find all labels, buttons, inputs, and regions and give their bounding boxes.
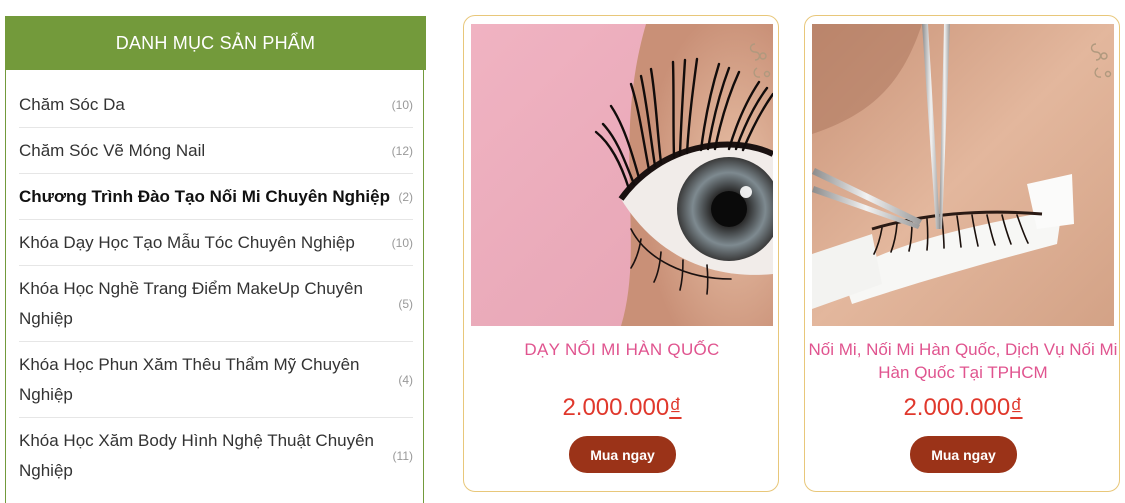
product-card[interactable]: DẠY NỐI MI HÀN QUỐC 2.000.000₫ Mua ngay bbox=[463, 15, 779, 492]
category-count: (5) bbox=[398, 296, 413, 311]
category-item-xam-body[interactable]: Khóa Học Xăm Body Hình Nghệ Thuật Chuyên… bbox=[19, 418, 413, 494]
category-item-dao-tao-noi-mi[interactable]: Chương Trình Đào Tạo Nối Mi Chuyên Nghiệ… bbox=[19, 174, 413, 220]
category-count: (11) bbox=[392, 449, 413, 463]
buy-now-button[interactable]: Mua ngay bbox=[569, 436, 676, 473]
product-title[interactable]: Nối Mi, Nối Mi Hàn Quốc, Dịch Vụ Nối Mi … bbox=[805, 338, 1121, 384]
eyelash-extension-photo bbox=[812, 24, 1114, 326]
category-count: (12) bbox=[391, 143, 413, 158]
category-label: Chăm Sóc Da bbox=[19, 94, 125, 114]
price-amount: 2.000.000 bbox=[562, 394, 670, 421]
category-label: Khóa Học Xăm Body Hình Nghệ Thuật Chuyên… bbox=[19, 431, 375, 480]
price-amount: 2.000.000 bbox=[903, 394, 1011, 421]
category-count: (10) bbox=[391, 235, 413, 250]
category-item-cham-soc-da[interactable]: Chăm Sóc Da (10) bbox=[19, 82, 413, 128]
eyelash-photo bbox=[471, 24, 773, 326]
category-sidebar: DANH MỤC SẢN PHẨM Chăm Sóc Da (10) Chăm … bbox=[5, 16, 426, 503]
category-label: Khóa Học Nghề Trang Điểm MakeUp Chuyên N… bbox=[19, 278, 363, 328]
product-image-eyelash-extension[interactable] bbox=[812, 24, 1114, 326]
product-image-eyelash-closeup[interactable] bbox=[471, 24, 773, 326]
category-label: Chương Trình Đào Tạo Nối Mi Chuyên Nghiệ… bbox=[19, 186, 390, 206]
product-title[interactable]: DẠY NỐI MI HÀN QUỐC bbox=[464, 338, 780, 361]
sidebar-title: DANH MỤC SẢN PHẨM bbox=[5, 16, 426, 70]
category-item-trang-diem-makeup[interactable]: Khóa Học Nghề Trang Điểm MakeUp Chuyên N… bbox=[19, 266, 413, 342]
buy-now-button[interactable]: Mua ngay bbox=[910, 436, 1017, 473]
price-currency: ₫ bbox=[669, 394, 682, 421]
category-count: (10) bbox=[391, 97, 413, 112]
category-count: (4) bbox=[398, 372, 413, 387]
category-list: Chăm Sóc Da (10) Chăm Sóc Vẽ Móng Nail (… bbox=[19, 82, 413, 494]
product-price: 2.000.000₫ bbox=[805, 394, 1121, 422]
category-label: Khóa Học Phun Xăm Thêu Thẩm Mỹ Chuyên Ng… bbox=[19, 354, 360, 404]
category-label: Chăm Sóc Vẽ Móng Nail bbox=[19, 140, 206, 160]
product-price: 2.000.000₫ bbox=[464, 394, 780, 422]
product-card[interactable]: Nối Mi, Nối Mi Hàn Quốc, Dịch Vụ Nối Mi … bbox=[804, 15, 1120, 492]
category-item-phun-xam-theu[interactable]: Khóa Học Phun Xăm Thêu Thẩm Mỹ Chuyên Ng… bbox=[19, 342, 413, 418]
category-item-cham-soc-ve-mong-nail[interactable]: Chăm Sóc Vẽ Móng Nail (12) bbox=[19, 128, 413, 174]
category-count: (2) bbox=[398, 189, 413, 204]
price-currency: ₫ bbox=[1010, 394, 1023, 421]
category-item-tao-mau-toc[interactable]: Khóa Dạy Học Tạo Mẫu Tóc Chuyên Nghiệp (… bbox=[19, 220, 413, 266]
category-label: Khóa Dạy Học Tạo Mẫu Tóc Chuyên Nghiệp bbox=[19, 232, 355, 252]
